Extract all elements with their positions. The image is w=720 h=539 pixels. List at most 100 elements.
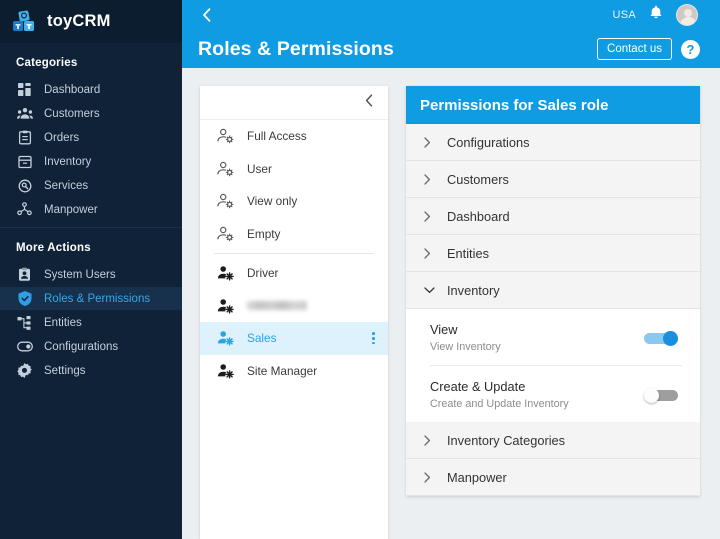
topbar: USA Roles & Permissions Contact us ? bbox=[182, 0, 720, 68]
accordion-label: Customers bbox=[447, 171, 509, 187]
role-item-sales[interactable]: Sales bbox=[200, 322, 388, 355]
sidebar-item-label: Entities bbox=[44, 316, 82, 329]
role-item-view-only[interactable]: View only bbox=[200, 185, 388, 218]
topbar-upper-row: USA bbox=[182, 0, 720, 30]
sidebar-item-label: Orders bbox=[44, 131, 80, 144]
manage-accounts-outline-icon bbox=[216, 225, 234, 243]
user-avatar[interactable] bbox=[676, 4, 698, 26]
role-item-driver[interactable]: Driver bbox=[200, 257, 388, 290]
role-label: Full Access bbox=[247, 129, 307, 144]
collapse-panel-icon[interactable] bbox=[365, 93, 373, 112]
sidebar-item-label: Services bbox=[44, 179, 89, 192]
role-label: Driver bbox=[247, 266, 279, 281]
accordion-manpower[interactable]: Manpower bbox=[406, 459, 700, 496]
configurations-icon bbox=[16, 338, 33, 355]
roles-panel-header bbox=[200, 86, 388, 120]
sidebar-item-label: Dashboard bbox=[44, 83, 101, 96]
sidebar-group-categories: Dashboard Customers Orders Inventory Ser… bbox=[0, 78, 182, 221]
manage-accounts-outline-icon bbox=[216, 127, 234, 145]
chevron-right-icon bbox=[424, 136, 438, 148]
chevron-down-icon bbox=[424, 286, 438, 294]
accordion-configurations[interactable]: Configurations bbox=[406, 124, 700, 161]
topbar-lower-row: Roles & Permissions Contact us ? bbox=[182, 30, 720, 68]
permission-description: Create and Update Inventory bbox=[430, 398, 569, 410]
accordion-dashboard[interactable]: Dashboard bbox=[406, 198, 700, 235]
accordion-body-inventory: View View Inventory Create & Update Crea… bbox=[406, 309, 700, 422]
page-title: Roles & Permissions bbox=[198, 37, 394, 60]
role-label: Empty bbox=[247, 226, 281, 241]
accordion-label: Inventory bbox=[447, 282, 500, 298]
sidebar-item-configurations[interactable]: Configurations bbox=[0, 335, 182, 358]
permission-row-view: View View Inventory bbox=[430, 309, 682, 366]
permission-texts: Create & Update Create and Update Invent… bbox=[430, 379, 644, 410]
manpower-icon bbox=[16, 201, 33, 218]
dashboard-icon bbox=[16, 81, 33, 98]
sidebar-item-inventory[interactable]: Inventory bbox=[0, 150, 182, 173]
role-item-redacted[interactable] bbox=[200, 290, 388, 323]
redacted-role-label bbox=[247, 301, 307, 311]
accordion-label: Dashboard bbox=[447, 208, 510, 224]
orders-icon bbox=[16, 129, 33, 146]
sidebar: toyCRM Categories Dashboard Customers Or… bbox=[0, 0, 182, 539]
sidebar-group-more-actions: System Users Roles & Permissions Entitie… bbox=[0, 263, 182, 382]
accordion-customers[interactable]: Customers bbox=[406, 161, 700, 198]
permission-name: View bbox=[430, 322, 458, 337]
manage-accounts-filled-icon bbox=[216, 362, 234, 380]
shield-check-icon bbox=[16, 290, 33, 307]
sidebar-item-roles-permissions[interactable]: Roles & Permissions bbox=[0, 287, 182, 310]
customers-icon bbox=[16, 105, 33, 122]
sidebar-item-dashboard[interactable]: Dashboard bbox=[0, 78, 182, 101]
region-label[interactable]: USA bbox=[612, 9, 636, 21]
role-item-full-access[interactable]: Full Access bbox=[200, 120, 388, 153]
contact-us-button[interactable]: Contact us bbox=[597, 38, 672, 60]
roles-panel: Full Access User View only Empty Driver … bbox=[200, 86, 388, 539]
accordion-label: Configurations bbox=[447, 134, 530, 150]
role-label: View only bbox=[247, 194, 298, 209]
app-name: toyCRM bbox=[47, 12, 111, 30]
sidebar-item-manpower[interactable]: Manpower bbox=[0, 198, 182, 221]
role-item-site-manager[interactable]: Site Manager bbox=[200, 355, 388, 388]
accordion-label: Entities bbox=[447, 245, 489, 261]
sidebar-item-orders[interactable]: Orders bbox=[0, 126, 182, 149]
sidebar-item-customers[interactable]: Customers bbox=[0, 102, 182, 125]
manage-accounts-filled-icon bbox=[216, 264, 234, 282]
sidebar-item-label: Settings bbox=[44, 364, 86, 377]
sidebar-item-entities[interactable]: Entities bbox=[0, 311, 182, 334]
avatar-body bbox=[679, 17, 697, 25]
chevron-right-icon bbox=[424, 247, 438, 259]
app-logo[interactable]: toyCRM bbox=[0, 0, 182, 43]
permission-texts: View View Inventory bbox=[430, 322, 644, 353]
permissions-panel: Permissions for Sales role Configuration… bbox=[406, 86, 700, 539]
toggle-knob bbox=[644, 387, 659, 403]
services-icon bbox=[16, 177, 33, 194]
chevron-left-icon[interactable] bbox=[198, 7, 214, 23]
permission-toggle-create-update[interactable] bbox=[644, 387, 678, 403]
sidebar-item-services[interactable]: Services bbox=[0, 174, 182, 197]
role-item-empty[interactable]: Empty bbox=[200, 218, 388, 251]
role-label: User bbox=[247, 161, 272, 176]
notification-bell-icon[interactable] bbox=[649, 5, 663, 25]
role-label: Sales bbox=[247, 331, 277, 346]
help-icon[interactable]: ? bbox=[681, 39, 700, 59]
role-item-user[interactable]: User bbox=[200, 153, 388, 186]
toggle-knob bbox=[663, 330, 678, 346]
permission-name: Create & Update bbox=[430, 379, 526, 394]
accordion-label: Manpower bbox=[447, 469, 507, 485]
manage-accounts-outline-icon bbox=[216, 160, 234, 178]
permissions-header: Permissions for Sales role bbox=[406, 86, 700, 124]
permission-row-create-update: Create & Update Create and Update Invent… bbox=[430, 366, 682, 422]
sidebar-item-settings[interactable]: Settings bbox=[0, 359, 182, 382]
sidebar-item-system-users[interactable]: System Users bbox=[0, 263, 182, 286]
app-root: toyCRM Categories Dashboard Customers Or… bbox=[0, 0, 720, 539]
manage-accounts-outline-icon bbox=[216, 192, 234, 210]
sidebar-item-label: System Users bbox=[44, 268, 116, 281]
avatar-head bbox=[684, 8, 692, 17]
sidebar-item-label: Roles & Permissions bbox=[44, 292, 151, 305]
permissions-accordion: Configurations Customers Dashboard Entit… bbox=[406, 124, 700, 496]
more-vertical-icon[interactable] bbox=[372, 332, 375, 345]
permission-toggle-view[interactable] bbox=[644, 330, 678, 346]
accordion-inventory-categories[interactable]: Inventory Categories bbox=[406, 422, 700, 459]
sidebar-section-categories: Categories bbox=[16, 57, 78, 69]
accordion-entities[interactable]: Entities bbox=[406, 235, 700, 272]
accordion-inventory[interactable]: Inventory bbox=[406, 272, 700, 309]
